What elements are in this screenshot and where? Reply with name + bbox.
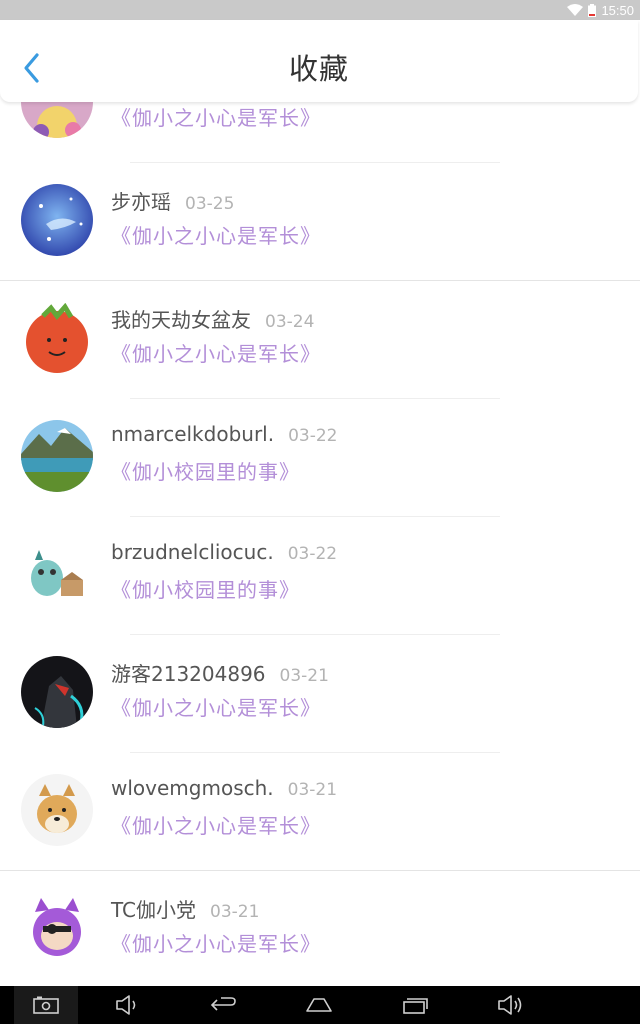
- avatar: [21, 184, 93, 256]
- user-name: brzudnelcliocuc. 03-22: [111, 540, 338, 564]
- app-header: 收藏: [0, 20, 638, 102]
- comic-title-link[interactable]: 《伽小之小心是军长》: [111, 810, 321, 839]
- avatar: [21, 774, 93, 846]
- comic-title-link[interactable]: 《伽小校园里的事》: [111, 574, 300, 603]
- battery-icon: [588, 3, 597, 17]
- screenshot-icon: [33, 996, 59, 1014]
- list-item[interactable]: 我的天劫女盆友 03-24 《伽小之小心是军长》: [0, 281, 640, 399]
- recents-icon: [403, 998, 428, 1014]
- system-nav-bar: [0, 986, 640, 1024]
- avatar: [21, 102, 93, 138]
- avatar: [21, 302, 93, 374]
- avatar: [21, 656, 93, 728]
- avatar: [21, 892, 93, 964]
- recents-button[interactable]: [390, 986, 440, 1024]
- back-icon: [210, 997, 236, 1011]
- clock: 15:50: [601, 2, 634, 18]
- date: 03-21: [210, 902, 260, 922]
- avatar: [21, 538, 93, 610]
- user-name: nmarcelkdoburl. 03-22: [111, 422, 338, 446]
- home-button[interactable]: [294, 986, 344, 1024]
- list-item[interactable]: TC伽小党 03-21 《伽小之小心是军长》: [0, 871, 640, 986]
- comic-title-link[interactable]: 《伽小之小心是军长》: [111, 102, 321, 131]
- comic-title-link[interactable]: 《伽小之小心是军长》: [111, 928, 321, 957]
- screenshot-button[interactable]: [14, 986, 78, 1024]
- list-item[interactable]: wlovemgmosch. 03-21 《伽小之小心是军长》: [0, 753, 640, 871]
- volume-down-icon: [116, 995, 136, 1015]
- home-icon: [306, 998, 332, 1012]
- favorites-list[interactable]: 《伽小之小心是军长》 步亦瑶 03-25 《伽小之小心是军长》 我的天劫女盆友 …: [0, 102, 640, 986]
- back-nav-button[interactable]: [198, 986, 248, 1024]
- comic-title-link[interactable]: 《伽小之小心是军长》: [111, 220, 321, 249]
- avatar: [21, 420, 93, 492]
- status-bar: 15:50: [0, 0, 640, 20]
- comic-title-link[interactable]: 《伽小校园里的事》: [111, 456, 300, 485]
- date: 03-22: [287, 544, 338, 564]
- date: 03-22: [288, 426, 338, 446]
- user-name: 游客213204896 03-21: [111, 662, 329, 686]
- date: 03-25: [185, 194, 235, 214]
- list-item[interactable]: brzudnelcliocuc. 03-22 《伽小校园里的事》: [0, 517, 640, 635]
- user-name: wlovemgmosch. 03-21: [111, 776, 338, 800]
- page-title: 收藏: [288, 52, 349, 86]
- date: 03-24: [265, 312, 315, 332]
- user-name: 步亦瑶 03-25: [111, 190, 235, 214]
- user-name: 我的天劫女盆友 03-24: [111, 308, 315, 332]
- list-item[interactable]: 步亦瑶 03-25 《伽小之小心是军长》: [0, 163, 640, 281]
- list-item[interactable]: nmarcelkdoburl. 03-22 《伽小校园里的事》: [0, 399, 640, 517]
- date: 03-21: [287, 780, 338, 800]
- volume-up-icon: [498, 995, 522, 1015]
- comic-title-link[interactable]: 《伽小之小心是军长》: [111, 338, 321, 367]
- user-name: TC伽小党 03-21: [111, 898, 260, 922]
- comic-title-link[interactable]: 《伽小之小心是军长》: [111, 692, 321, 721]
- volume-up-button[interactable]: [486, 986, 536, 1024]
- list-item[interactable]: 游客213204896 03-21 《伽小之小心是军长》: [0, 635, 640, 753]
- date: 03-21: [279, 666, 329, 686]
- volume-down-button[interactable]: [104, 986, 150, 1024]
- wifi-icon: [567, 4, 584, 16]
- list-item[interactable]: 《伽小之小心是军长》: [0, 102, 640, 163]
